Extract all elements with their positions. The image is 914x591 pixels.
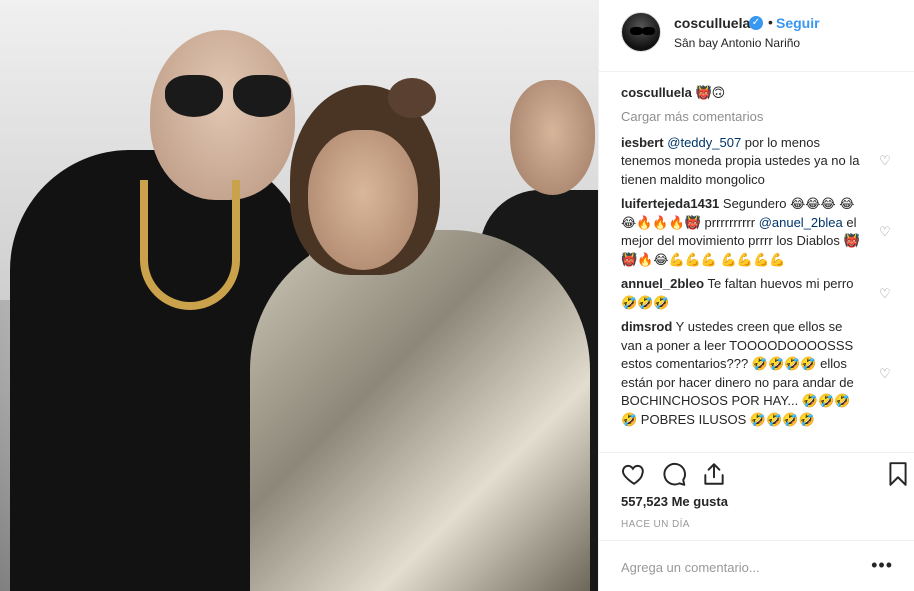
share-icon[interactable] <box>701 461 727 487</box>
comment-mention[interactable]: @teddy_507 <box>667 135 741 150</box>
verified-badge-icon: ✓ <box>749 16 763 30</box>
photo-head-right <box>510 80 595 195</box>
action-bar <box>599 452 914 496</box>
comment-mention[interactable]: @anuel_2blea <box>759 215 843 230</box>
heart-icon[interactable]: ♡ <box>879 286 893 301</box>
post-timestamp[interactable]: HACE UN DÍA <box>621 519 690 530</box>
comment-input[interactable]: Agrega un comentario... <box>621 560 760 575</box>
heart-icon[interactable] <box>621 461 647 487</box>
photo-gold-chain <box>140 180 240 310</box>
post-side-panel: cosculluela ✓ • Seguir Sân bay Antonio N… <box>598 0 914 591</box>
photo-face-middle <box>308 130 418 270</box>
photo-hair-bun <box>388 78 436 118</box>
post-photo[interactable] <box>0 0 598 591</box>
heart-icon[interactable]: ♡ <box>879 154 893 168</box>
comment-username[interactable]: annuel_2bleo <box>621 276 704 291</box>
caption-username[interactable]: cosculluela <box>621 85 692 100</box>
bookmark-icon[interactable] <box>885 461 911 487</box>
load-more-comments-button[interactable]: Cargar más comentarios <box>621 109 893 124</box>
comment-item: luifertejeda1431 Segundero 😂😂😂 😂😂🔥🔥🔥👹 pr… <box>621 195 893 269</box>
follow-button[interactable]: Seguir <box>776 15 820 31</box>
caption: cosculluela 👹🙃 <box>621 84 893 103</box>
comment-composer: Agrega un comentario... ••• <box>599 540 914 591</box>
author-avatar[interactable] <box>621 12 661 52</box>
comment-text: Y ustedes creen que ellos se van a poner… <box>621 319 854 427</box>
comment-item: iesbert @teddy_507 por lo menos tenemos … <box>621 134 893 190</box>
comment-bubble-icon[interactable] <box>661 461 687 487</box>
heart-icon[interactable]: ♡ <box>879 366 893 381</box>
photo-silver-jacket <box>250 230 590 591</box>
caption-text: 👹🙃 <box>695 85 726 100</box>
more-options-icon[interactable]: ••• <box>871 555 893 576</box>
heart-icon[interactable]: ♡ <box>879 225 893 239</box>
photo-sunglasses <box>165 75 295 120</box>
likes-count[interactable]: 557,523 Me gusta <box>621 494 728 509</box>
comment-username[interactable]: luifertejeda1431 <box>621 196 719 211</box>
header-separator: • <box>768 14 773 30</box>
post-location[interactable]: Sân bay Antonio Nariño <box>674 36 800 50</box>
author-username[interactable]: cosculluela <box>674 15 750 31</box>
comment-item: annuel_2bleo Te faltan huevos mi perro 🤣… <box>621 275 893 312</box>
comment-username[interactable]: iesbert <box>621 135 664 150</box>
comment-username[interactable]: dimsrod <box>621 319 672 334</box>
comment-item: dimsrod Y ustedes creen que ellos se van… <box>621 318 893 429</box>
post-header: cosculluela ✓ • Seguir Sân bay Antonio N… <box>599 0 914 72</box>
comments-section: cosculluela 👹🙃 Cargar más comentarios ie… <box>599 72 914 452</box>
